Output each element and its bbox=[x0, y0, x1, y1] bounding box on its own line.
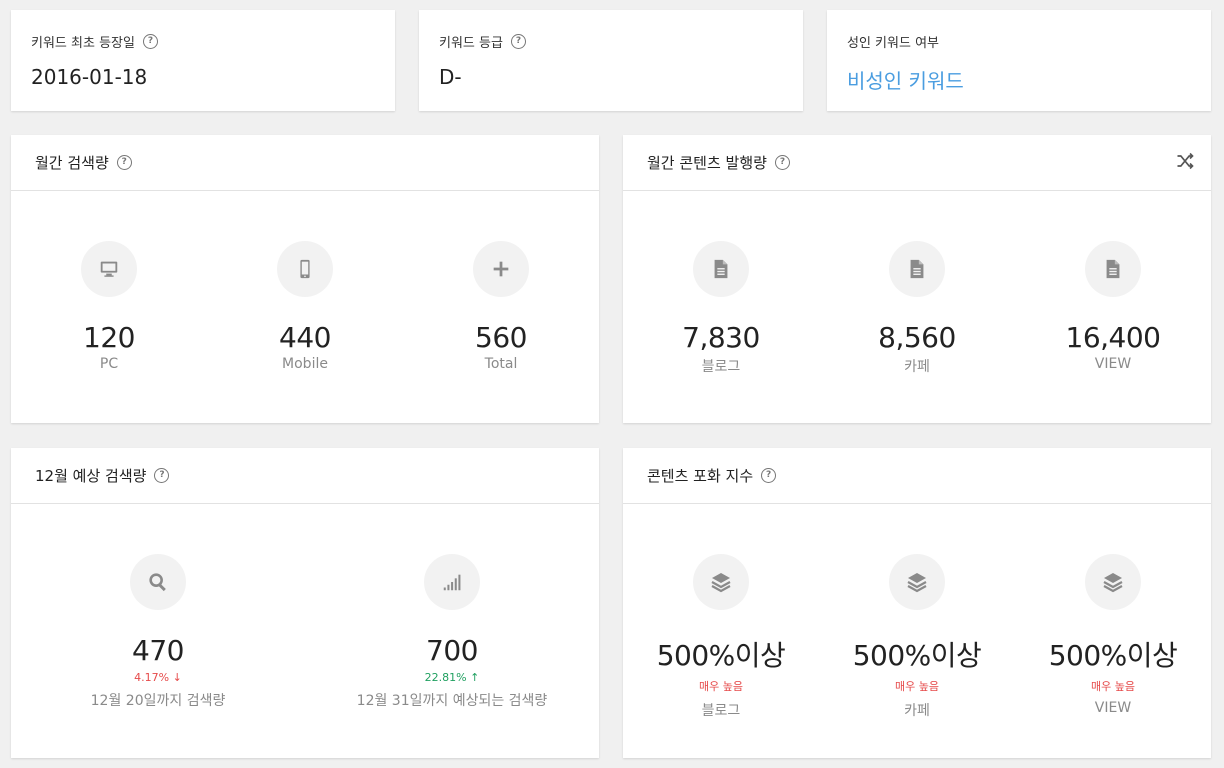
current-search-value: 470 bbox=[132, 634, 184, 667]
cafe-count-label: 카페 bbox=[904, 359, 930, 375]
keyword-grade-card: 키워드 등급 ? D- bbox=[419, 10, 803, 111]
arrow-up-icon: ↑ bbox=[470, 671, 480, 684]
adult-keyword-card: 성인 키워드 여부 비성인 키워드 bbox=[827, 10, 1211, 111]
document-icon bbox=[889, 241, 945, 297]
blog-saturation-value: 500%이상 bbox=[656, 639, 786, 672]
mobile-search-label: Mobile bbox=[282, 356, 328, 372]
blog-saturation-level: 매우 높음 bbox=[699, 680, 743, 693]
monthly-content-header: 월간 콘텐츠 발행량 ? bbox=[623, 135, 1211, 191]
blog-saturation-label: 블로그 bbox=[701, 703, 741, 719]
help-icon[interactable]: ? bbox=[774, 155, 790, 170]
layers-icon bbox=[889, 554, 945, 610]
mobile-icon bbox=[277, 241, 333, 297]
help-icon[interactable]: ? bbox=[142, 34, 158, 49]
help-icon[interactable]: ? bbox=[154, 468, 170, 483]
view-count-label: VIEW bbox=[1094, 356, 1132, 372]
blog-count-label: 블로그 bbox=[701, 359, 741, 375]
keyword-grade-value: D- bbox=[439, 65, 462, 89]
monthly-search-title: 월간 검색량 bbox=[35, 154, 109, 172]
current-search-label: 12월 20일까지 검색량 bbox=[90, 693, 226, 709]
current-search-change: 4.17% ↓ bbox=[28, 671, 288, 684]
stat-view-saturation: 500%이상 매우 높음 VIEW bbox=[1013, 504, 1213, 716]
help-icon[interactable]: ? bbox=[510, 34, 526, 49]
monthly-search-card: 월간 검색량 ? 120 PC 440 Mobile 560 Total bbox=[11, 135, 599, 423]
view-saturation-label: VIEW bbox=[1094, 700, 1132, 716]
shuffle-icon[interactable] bbox=[1175, 151, 1195, 171]
signal-bars-icon bbox=[424, 554, 480, 610]
monthly-search-header: 월간 검색량 ? bbox=[11, 135, 599, 191]
monitor-icon bbox=[81, 241, 137, 297]
first-seen-value: 2016-01-18 bbox=[31, 65, 148, 89]
keyword-grade-label-row: 키워드 등급 ? bbox=[439, 32, 783, 51]
expected-search-label: 12월 31일까지 예상되는 검색량 bbox=[356, 693, 548, 709]
forecast-title: 12월 예상 검색량 bbox=[35, 467, 147, 485]
total-search-value: 560 bbox=[475, 321, 527, 354]
document-icon bbox=[693, 241, 749, 297]
adult-keyword-label-row: 성인 키워드 여부 bbox=[847, 32, 1191, 51]
saturation-card: 콘텐츠 포화 지수 ? 500%이상 매우 높음 블로그 500%이상 매우 높… bbox=[623, 448, 1211, 758]
stat-pc: 120 PC bbox=[9, 191, 209, 372]
stat-view: 16,400 VIEW bbox=[1013, 191, 1213, 372]
adult-keyword-value[interactable]: 비성인 키워드 bbox=[847, 65, 1191, 94]
help-icon[interactable]: ? bbox=[116, 155, 132, 170]
stat-total: 560 Total bbox=[401, 191, 601, 372]
arrow-down-icon: ↓ bbox=[172, 671, 182, 684]
view-count-value: 16,400 bbox=[1065, 321, 1161, 354]
layers-icon bbox=[1085, 554, 1141, 610]
blog-count-value: 7,830 bbox=[682, 321, 760, 354]
stat-blog: 7,830 블로그 bbox=[621, 191, 821, 376]
help-icon[interactable]: ? bbox=[761, 468, 777, 483]
monthly-search-stats: 120 PC 440 Mobile 560 Total bbox=[11, 191, 599, 423]
stat-cafe: 8,560 카페 bbox=[817, 191, 1017, 376]
expected-search-value: 700 bbox=[426, 634, 478, 667]
saturation-title: 콘텐츠 포화 지수 bbox=[647, 467, 754, 485]
stat-current-search: 470 4.17% ↓ 12월 20일까지 검색량 bbox=[28, 504, 288, 710]
expected-search-change-text: 22.81% bbox=[424, 671, 467, 684]
cafe-saturation-value: 500%이상 bbox=[852, 639, 982, 672]
stat-blog-saturation: 500%이상 매우 높음 블로그 bbox=[621, 504, 821, 720]
cafe-saturation-label: 카페 bbox=[904, 703, 930, 719]
saturation-stats: 500%이상 매우 높음 블로그 500%이상 매우 높음 카페 500%이상 … bbox=[623, 504, 1211, 758]
first-seen-card: 키워드 최초 등장일 ? 2016-01-18 bbox=[11, 10, 395, 111]
stat-cafe-saturation: 500%이상 매우 높음 카페 bbox=[817, 504, 1017, 720]
first-seen-label: 키워드 최초 등장일 bbox=[31, 36, 135, 51]
view-saturation-level: 매우 높음 bbox=[1091, 680, 1135, 693]
search-icon bbox=[130, 554, 186, 610]
cafe-saturation-level: 매우 높음 bbox=[895, 680, 939, 693]
first-seen-label-row: 키워드 최초 등장일 ? bbox=[31, 32, 375, 51]
forecast-header: 12월 예상 검색량 ? bbox=[11, 448, 599, 504]
mobile-search-value: 440 bbox=[279, 321, 331, 354]
total-search-label: Total bbox=[484, 356, 518, 372]
forecast-stats: 470 4.17% ↓ 12월 20일까지 검색량 700 22.81% ↑ 1… bbox=[11, 504, 599, 758]
layers-icon bbox=[693, 554, 749, 610]
adult-keyword-label: 성인 키워드 여부 bbox=[847, 36, 939, 51]
pc-search-value: 120 bbox=[83, 321, 135, 354]
expected-search-change: 22.81% ↑ bbox=[322, 671, 582, 684]
current-search-change-text: 4.17% bbox=[134, 671, 170, 684]
forecast-card: 12월 예상 검색량 ? 470 4.17% ↓ 12월 20일까지 검색량 7… bbox=[11, 448, 599, 758]
document-icon bbox=[1085, 241, 1141, 297]
keyword-grade-label: 키워드 등급 bbox=[439, 36, 503, 51]
stat-mobile: 440 Mobile bbox=[205, 191, 405, 372]
view-saturation-value: 500%이상 bbox=[1048, 639, 1178, 672]
stat-expected-search: 700 22.81% ↑ 12월 31일까지 예상되는 검색량 bbox=[322, 504, 582, 710]
plus-icon bbox=[473, 241, 529, 297]
monthly-content-stats: 7,830 블로그 8,560 카페 16,400 VIEW bbox=[623, 191, 1211, 423]
pc-search-label: PC bbox=[99, 356, 119, 372]
monthly-content-title: 월간 콘텐츠 발행량 bbox=[647, 154, 767, 172]
saturation-header: 콘텐츠 포화 지수 ? bbox=[623, 448, 1211, 504]
cafe-count-value: 8,560 bbox=[878, 321, 956, 354]
monthly-content-card: 월간 콘텐츠 발행량 ? 7,830 블로그 8,560 카페 16,400 V… bbox=[623, 135, 1211, 423]
